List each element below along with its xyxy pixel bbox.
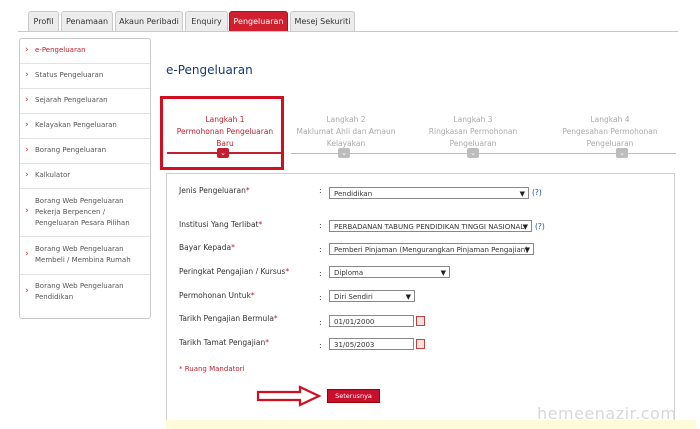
sidebar-item-label: e-Pengeluaran	[35, 46, 86, 54]
arrow-right-icon: ›	[25, 206, 29, 216]
help-icon[interactable]: (?)	[532, 188, 542, 197]
dropdown-arrow-icon: ▼	[522, 223, 528, 231]
institusi-label: Institusi Yang Terlibat*	[179, 220, 263, 229]
arrow-right-icon: ›	[25, 286, 29, 296]
sidebar-item-sejarah-pengeluaran[interactable]: › Sejarah Pengeluaran	[20, 89, 150, 114]
tarikh-tamat-input[interactable]: 31/05/2003	[329, 338, 414, 350]
permohonan-untuk-select[interactable]: Diri Sendiri ▼	[329, 290, 415, 302]
step-3-label: Langkah 3 Ringkasan Permohonan Pengeluaran	[428, 115, 518, 148]
sidebar-item-borang-web-rumah[interactable]: › Borang Web Pengeluaran Membeli / Membi…	[20, 237, 150, 275]
mandatory-note: * Ruang Mandatori	[179, 365, 245, 373]
bayar-kepada-label: Bayar Kepada*	[179, 243, 235, 252]
dropdown-arrow-icon: ▼	[519, 190, 525, 198]
tab-enquiry[interactable]: Enquiry	[185, 11, 228, 31]
sidebar-item-e-pengeluaran[interactable]: › e-Pengeluaran	[20, 39, 150, 64]
tarikh-mula-input[interactable]: 01/01/2000	[329, 315, 414, 327]
calendar-icon[interactable]	[416, 339, 425, 349]
tab-label: Pengeluaran	[233, 17, 284, 26]
sidebar-item-label: Kalkulator	[35, 171, 71, 179]
tab-pengeluaran[interactable]: Pengeluaran	[229, 11, 288, 31]
colon: :	[319, 245, 322, 254]
arrow-right-icon: ›	[25, 120, 29, 130]
pointer-arrow-icon	[256, 385, 322, 407]
jenis-pengeluaran-select[interactable]: Pendidikan ▼	[329, 187, 529, 199]
permohonan-untuk-label: Permohonan Untuk*	[179, 291, 255, 300]
arrow-right-icon: ›	[25, 170, 29, 180]
arrow-right-icon: ›	[25, 70, 29, 80]
colon: :	[319, 341, 322, 350]
peringkat-label: Peringkat Pengajian / Kursus*	[179, 267, 290, 276]
tab-label: Mesej Sekuriti	[294, 17, 351, 26]
watermark: hemeenazir.com	[537, 404, 677, 423]
sidebar-item-status-pengeluaran[interactable]: › Status Pengeluaran	[20, 64, 150, 89]
step-2-label: Langkah 2 Maklumat Ahli dan Amaun Kelayaka…	[296, 115, 396, 148]
seterusnya-button[interactable]: Seterusnya	[327, 389, 380, 403]
dropdown-arrow-icon: ▼	[524, 246, 530, 254]
sidebar: › e-Pengeluaran › Status Pengeluaran › S…	[19, 38, 151, 319]
sidebar-item-label: Kelayakan Pengeluaran	[35, 121, 117, 129]
colon: :	[319, 293, 322, 302]
arrow-right-icon: ›	[25, 249, 29, 259]
colon: :	[319, 186, 322, 195]
sidebar-item-label: Status Pengeluaran	[35, 71, 104, 79]
bayar-kepada-select[interactable]: Pemberi Pinjaman (Mengurangkan Pinjaman …	[329, 243, 534, 255]
tab-divider	[18, 31, 678, 32]
sidebar-item-label: Borang Web Pengeluaran Membeli / Membina…	[35, 245, 131, 264]
sidebar-item-kelayakan-pengeluaran[interactable]: › Kelayakan Pengeluaran	[20, 114, 150, 139]
colon: :	[319, 269, 322, 278]
step-1-highlight	[160, 96, 284, 170]
sidebar-item-borang-web-pendidikan[interactable]: › Borang Web Pengeluaran Pendidikan	[20, 275, 150, 309]
step-4-chevron-down-icon[interactable]: ⌄	[616, 148, 628, 158]
dropdown-arrow-icon: ▼	[405, 293, 411, 301]
tab-penamaan[interactable]: Penamaan	[61, 11, 113, 31]
tarikh-tamat-label: Tarikh Tamat Pengajian*	[179, 338, 269, 347]
tab-akaun-peribadi[interactable]: Akaun Peribadi	[115, 11, 183, 31]
jenis-pengeluaran-label: Jenis Pengeluaran*	[179, 186, 250, 195]
step-2-chevron-down-icon[interactable]: ⌄	[338, 148, 350, 158]
colon: :	[319, 318, 322, 327]
sidebar-item-borang-web-pesara[interactable]: › Borang Web Pengeluaran Pekerja Berpenc…	[20, 189, 150, 237]
arrow-right-icon: ›	[25, 45, 29, 55]
peringkat-select[interactable]: Diploma ▼	[329, 266, 450, 278]
sidebar-item-label: Sejarah Pengeluaran	[35, 96, 108, 104]
calendar-icon[interactable]	[416, 316, 425, 326]
sidebar-item-borang-pengeluaran[interactable]: › Borang Pengeluaran	[20, 139, 150, 164]
step-4-label: Langkah 4 Pengesahan Permohonan Pengeluara…	[562, 115, 658, 148]
tab-label: Profil	[33, 17, 54, 26]
tab-profil[interactable]: Profil	[28, 11, 59, 31]
colon: :	[319, 221, 322, 230]
sidebar-item-label: Borang Web Pengeluaran Pendidikan	[35, 282, 124, 301]
tab-label: Enquiry	[191, 17, 222, 26]
sidebar-item-label: Borang Web Pengeluaran Pekerja Berpencen…	[35, 197, 130, 227]
sidebar-item-label: Borang Pengeluaran	[35, 146, 107, 154]
tab-label: Penamaan	[65, 17, 109, 26]
step-3-chevron-down-icon[interactable]: ⌄	[467, 148, 479, 158]
arrow-right-icon: ›	[25, 95, 29, 105]
tab-label: Akaun Peribadi	[119, 17, 179, 26]
sidebar-item-kalkulator[interactable]: › Kalkulator	[20, 164, 150, 189]
dropdown-arrow-icon: ▼	[440, 269, 446, 277]
tarikh-mula-label: Tarikh Pengajian Bermula*	[179, 314, 278, 323]
tab-mesej-sekuriti[interactable]: Mesej Sekuriti	[290, 11, 355, 31]
page-title: e-Pengeluaran	[166, 63, 253, 77]
arrow-right-icon: ›	[25, 145, 29, 155]
help-icon[interactable]: (?)	[535, 222, 545, 231]
institusi-select[interactable]: PERBADANAN TABUNG PENDIDIKAN TINGGI NASI…	[329, 220, 532, 232]
